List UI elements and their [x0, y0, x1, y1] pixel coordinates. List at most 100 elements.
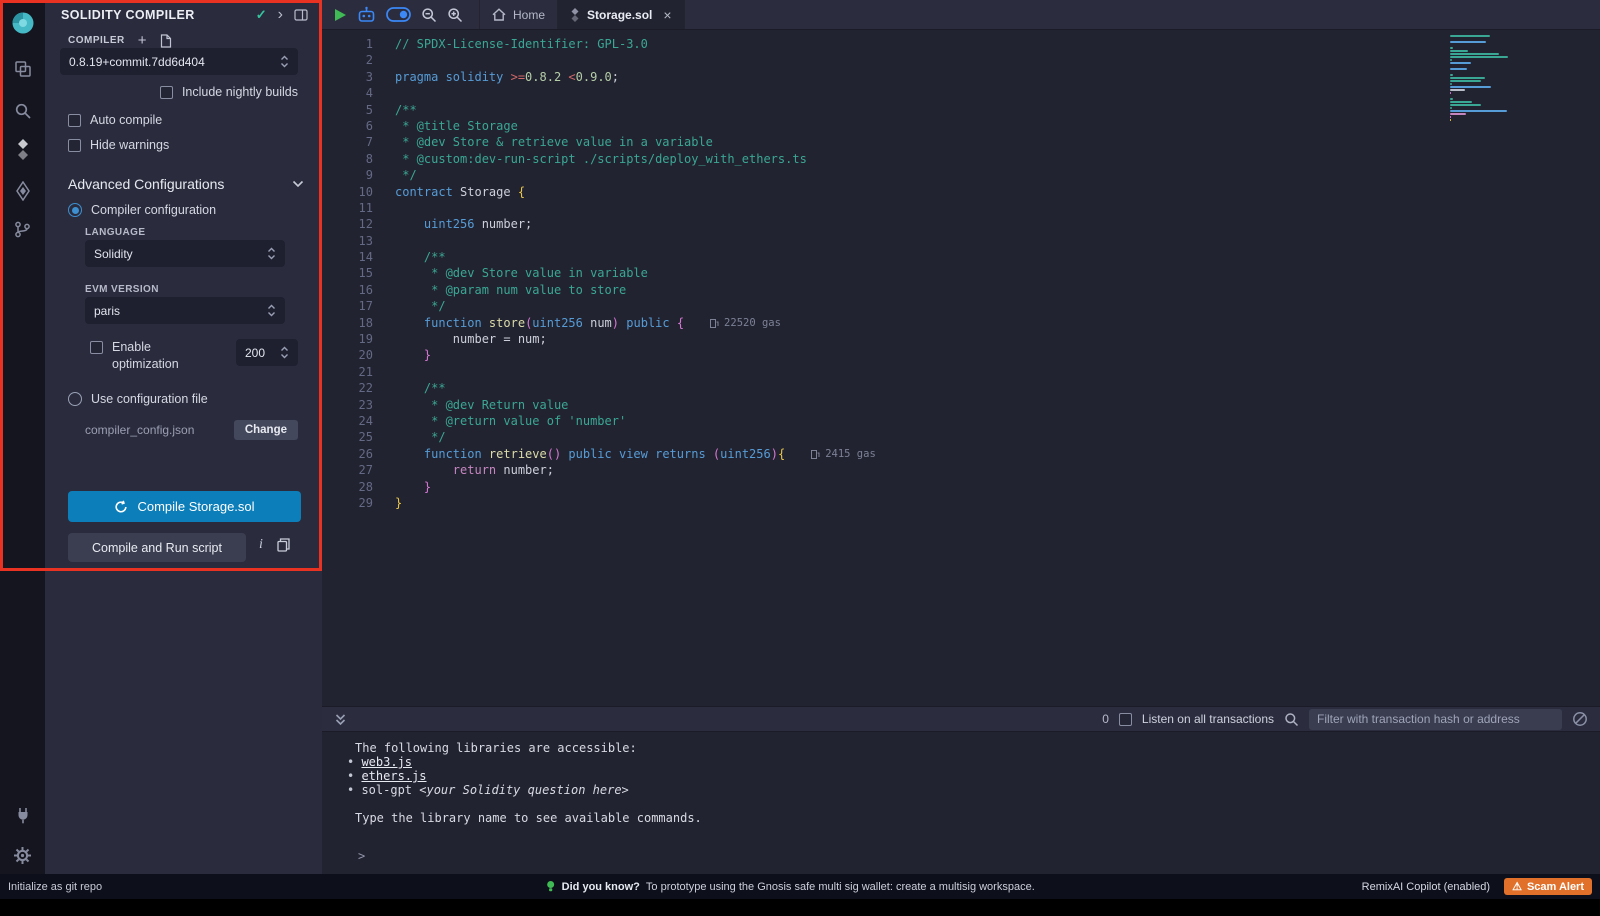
code-token: contract: [395, 185, 453, 199]
warning-icon: ⚠: [1512, 880, 1522, 893]
hide-warnings-checkbox[interactable]: [68, 139, 81, 152]
line-number: 24: [322, 413, 373, 429]
settings-icon[interactable]: [0, 838, 45, 872]
compile-success-icon: ✓: [256, 7, 267, 23]
collapse-terminal-icon[interactable]: [334, 713, 347, 726]
auto-compile-label[interactable]: Auto compile: [90, 113, 162, 127]
line-numbers[interactable]: 1234567891011121314151617181920212223242…: [322, 36, 373, 511]
terminal-prompt[interactable]: >: [358, 849, 1600, 863]
hide-warnings-label[interactable]: Hide warnings: [90, 138, 169, 152]
line-number: 19: [322, 331, 373, 347]
terminal-link[interactable]: ethers.js: [361, 769, 426, 783]
listen-all-transactions-label[interactable]: Listen on all transactions: [1142, 712, 1274, 726]
scam-alert-badge[interactable]: ⚠ Scam Alert: [1504, 878, 1592, 895]
compiler-configuration-label[interactable]: Compiler configuration: [91, 203, 216, 217]
chevron-down-icon: [292, 180, 304, 188]
tab-storage-sol[interactable]: Storage.sol ×: [558, 0, 685, 29]
code-line: // SPDX-License-Identifier: GPL-3.0: [395, 36, 1440, 52]
minimap-line: [1450, 68, 1467, 70]
compile-and-run-label: Compile and Run script: [92, 541, 222, 555]
copilot-status[interactable]: RemixAI Copilot (enabled): [1362, 881, 1490, 893]
zoom-in-icon[interactable]: [447, 7, 463, 23]
git-icon[interactable]: [0, 212, 45, 246]
terminal-search-icon[interactable]: [1284, 712, 1299, 727]
code-line: [395, 85, 1440, 101]
scam-alert-label: Scam Alert: [1527, 881, 1584, 893]
copy-icon[interactable]: [277, 538, 290, 552]
evm-version-select[interactable]: paris: [85, 297, 285, 324]
remix-logo-icon[interactable]: [0, 6, 45, 40]
copilot-toggle-icon[interactable]: [386, 7, 411, 22]
minimap[interactable]: [1450, 35, 1510, 122]
close-tab-icon[interactable]: ×: [663, 7, 671, 23]
line-number: 20: [322, 347, 373, 363]
enable-optimization-checkbox[interactable]: [90, 341, 103, 354]
line-number: 11: [322, 200, 373, 216]
include-nightly-label[interactable]: Include nightly builds: [182, 85, 298, 99]
plugin-manager-icon[interactable]: [0, 798, 45, 832]
auto-compile-checkbox[interactable]: [68, 114, 81, 127]
language-select[interactable]: Solidity: [85, 240, 285, 267]
use-configuration-file-radio[interactable]: [68, 392, 82, 406]
solidity-compiler-icon[interactable]: [0, 132, 45, 166]
code-token: [395, 316, 424, 330]
search-icon[interactable]: [0, 94, 45, 128]
minimap-line: [1450, 89, 1465, 91]
config-file-row: compiler_config.json Change: [85, 420, 298, 440]
minimap-line: [1450, 80, 1481, 82]
compile-button[interactable]: Compile Storage.sol: [68, 491, 301, 522]
tab-home[interactable]: Home: [479, 0, 558, 29]
listen-all-transactions-checkbox[interactable]: [1119, 713, 1132, 726]
advanced-configurations-toggle[interactable]: Advanced Configurations: [68, 176, 304, 192]
line-number: 27: [322, 462, 373, 478]
compiler-version-select[interactable]: 0.8.19+commit.7dd6d404: [60, 48, 298, 75]
zoom-out-icon[interactable]: [421, 7, 437, 23]
gas-icon: [811, 449, 820, 460]
chevron-right-icon[interactable]: ›: [278, 7, 283, 23]
info-icon[interactable]: i: [259, 537, 263, 553]
minimap-line: [1450, 107, 1452, 109]
code-line: * @dev Store & retrieve value in a varia…: [395, 134, 1440, 150]
use-configuration-file-label[interactable]: Use configuration file: [91, 392, 208, 406]
code-token: return: [453, 463, 496, 477]
did-you-know-tip: Did you know? To prototype using the Gno…: [546, 880, 1035, 893]
transaction-filter-input[interactable]: [1309, 709, 1562, 730]
deploy-run-icon[interactable]: [0, 174, 45, 208]
terminal-toolbar: 0 Listen on all transactions: [322, 706, 1600, 732]
git-init-button[interactable]: Initialize as git repo: [8, 881, 102, 893]
file-explorer-icon[interactable]: [0, 52, 45, 86]
code-token: store: [482, 316, 525, 330]
compile-and-run-button[interactable]: Compile and Run script: [68, 533, 246, 562]
terminal-link[interactable]: web3.js: [361, 755, 412, 769]
line-number: 21: [322, 364, 373, 380]
compile-button-label: Compile Storage.sol: [137, 499, 254, 514]
add-compiler-icon[interactable]: +: [138, 33, 147, 48]
compiler-section-label: COMPILER: [68, 35, 125, 46]
code-token: <: [568, 70, 575, 84]
terminal-line: • ethers.js: [347, 769, 1600, 783]
terminal-panel[interactable]: The following libraries are accessible:•…: [322, 732, 1600, 874]
enable-optimization-label[interactable]: Enable optimization: [112, 339, 208, 373]
minimap-line: [1450, 119, 1451, 121]
minimap-line: [1450, 86, 1491, 88]
code-lines: // SPDX-License-Identifier: GPL-3.0 pragm…: [395, 36, 1440, 511]
pin-panel-icon[interactable]: [294, 9, 308, 21]
line-number: 26: [322, 446, 373, 462]
terminal-line: Type the library name to see available c…: [347, 811, 1600, 825]
open-file-icon[interactable]: [160, 34, 172, 48]
line-number: 6: [322, 118, 373, 134]
code-token: {: [778, 447, 785, 461]
code-line: }: [395, 495, 1440, 511]
run-script-button[interactable]: [334, 8, 347, 22]
change-config-button[interactable]: Change: [234, 420, 298, 440]
compiler-configuration-radio[interactable]: [68, 203, 82, 217]
clear-console-icon[interactable]: [1572, 711, 1588, 727]
code-token: * @dev Store value in variable: [424, 266, 648, 280]
code-editor[interactable]: 1234567891011121314151617181920212223242…: [322, 30, 1600, 706]
include-nightly-checkbox[interactable]: [160, 86, 173, 99]
code-token: pragma solidity: [395, 70, 511, 84]
remixai-assistant-icon[interactable]: [357, 6, 376, 23]
optimization-runs-input[interactable]: 200: [236, 339, 298, 366]
code-token: /**: [424, 250, 446, 264]
code-line: * @dev Return value: [395, 397, 1440, 413]
